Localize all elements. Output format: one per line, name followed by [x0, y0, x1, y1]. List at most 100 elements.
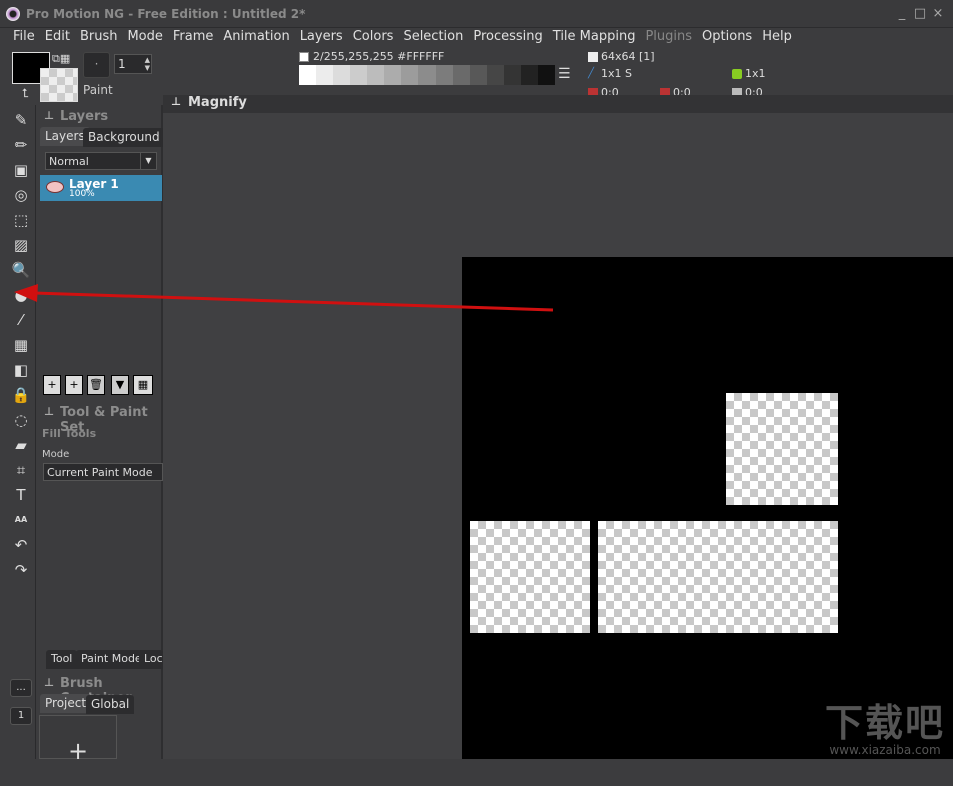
tab-project[interactable]: Project — [40, 694, 92, 713]
chevron-down-icon[interactable]: ▼ — [140, 153, 156, 169]
menu-brush[interactable]: Brush — [75, 28, 123, 48]
menu-animation[interactable]: Animation — [218, 28, 294, 48]
palette-swatch[interactable] — [435, 65, 453, 85]
menu-mode[interactable]: Mode — [122, 28, 167, 48]
rectangle-tool-icon[interactable]: ▣ — [10, 159, 32, 181]
brush-button[interactable]: · — [83, 52, 110, 78]
palette-swatch[interactable] — [299, 65, 317, 85]
window-title: Pro Motion NG - Free Edition : Untitled … — [26, 7, 306, 21]
palette-swatch[interactable] — [367, 65, 385, 85]
spray-tool-icon[interactable]: ✎ — [10, 109, 32, 131]
palette-swatch[interactable] — [418, 65, 436, 85]
menu-options[interactable]: Options — [697, 28, 757, 48]
brush-container-header[interactable]: ⊥Brush Container — [40, 676, 163, 706]
maximize-button[interactable]: □ — [911, 5, 929, 23]
magnify-panel: ⊥ Magnify 下载吧 www.xiazaiba.com — [163, 95, 953, 759]
brush-select-tool-icon[interactable]: ⬚ — [10, 209, 32, 231]
magnify-tool-icon[interactable]: 🔍 — [10, 259, 32, 281]
palette-swatch[interactable] — [486, 65, 504, 85]
palette[interactable] — [299, 65, 555, 85]
lasso-tool-icon[interactable]: ◌ — [10, 409, 32, 431]
background-color[interactable] — [40, 68, 78, 102]
tool-paint-set-header[interactable]: ⊥ Tool & Paint Set — [40, 405, 163, 435]
pencil-tool-icon[interactable]: ✏ — [10, 134, 32, 156]
color-swatch — [299, 51, 309, 62]
palette-swatch[interactable] — [520, 65, 538, 85]
new-layer-icon[interactable]: + — [43, 375, 61, 395]
circle-tool-icon[interactable]: ◎ — [10, 184, 32, 206]
layers-panel-header[interactable]: ⊥ Layers — [40, 109, 163, 127]
brush-size-stepper[interactable]: 1 ▲ ▼ — [114, 54, 152, 74]
menu-colors[interactable]: Colors — [348, 28, 399, 48]
menu-layers[interactable]: Layers — [295, 28, 348, 48]
menu-file[interactable]: File — [8, 28, 40, 48]
palette-swatch[interactable] — [333, 65, 351, 85]
eraser-tool-icon[interactable]: ▰ — [10, 434, 32, 456]
palette-menu-icon[interactable]: ☰ — [558, 66, 571, 82]
lock-tool-icon[interactable]: 🔒 — [10, 384, 32, 406]
crop-tool-icon[interactable]: ⌗ — [10, 459, 32, 481]
menu-plugins[interactable]: Plugins — [640, 28, 697, 48]
mode-label: Mode — [42, 449, 70, 460]
grid-tool-icon[interactable]: ▦ — [10, 334, 32, 356]
frame-number-button[interactable]: 1 — [10, 707, 32, 725]
tab-background[interactable]: Background — [83, 128, 165, 147]
menu-help[interactable]: Help — [757, 28, 797, 48]
tab-paint-mode[interactable]: Paint Mode — [76, 650, 147, 669]
pin-icon[interactable]: ⊥ — [44, 405, 54, 418]
minimize-button[interactable]: _ — [893, 5, 911, 23]
palette-swatch[interactable] — [316, 65, 334, 85]
tab-global[interactable]: Global — [86, 695, 135, 714]
merge-layer-icon[interactable]: ▼ — [111, 375, 129, 395]
tile-info[interactable]: 1x1 — [732, 67, 766, 80]
pin-icon[interactable]: ⊥ — [44, 676, 54, 689]
undo-tool-icon[interactable]: ↶ — [10, 534, 32, 556]
tile-info-text: 1x1 — [745, 67, 766, 80]
face-stencil-tool-icon[interactable]: ◧ — [10, 359, 32, 381]
pin-icon[interactable]: ⊥ — [44, 109, 54, 122]
magnify-header[interactable]: ⊥ Magnify — [163, 95, 953, 113]
layer-item[interactable]: Layer 1 100% — [40, 175, 162, 201]
more-button[interactable]: ... — [10, 679, 32, 697]
menu-frame[interactable]: Frame — [168, 28, 219, 48]
swap-colors-icon[interactable]: ⧉▦ — [52, 52, 70, 66]
palette-swatch[interactable] — [503, 65, 521, 85]
palette-swatch[interactable] — [350, 65, 368, 85]
palette-swatch[interactable] — [401, 65, 419, 85]
anti-alias-tool-icon[interactable]: AA — [10, 509, 32, 531]
text-tool-icon[interactable]: T — [10, 484, 32, 506]
palette-swatch[interactable] — [469, 65, 487, 85]
eraser-blob-tool-icon[interactable]: ● — [10, 284, 32, 306]
paint-mode-label: Paint — [83, 83, 113, 97]
blend-mode-select[interactable]: Normal ▼ — [45, 152, 157, 170]
menu-edit[interactable]: Edit — [40, 28, 75, 48]
palette-swatch[interactable] — [384, 65, 402, 85]
palette-swatch[interactable] — [537, 65, 555, 85]
watermark-logo: 下载吧 — [824, 701, 945, 745]
add-brush-button[interactable]: + — [39, 715, 117, 765]
pin-icon[interactable]: ⊥ — [171, 95, 181, 108]
brush-info[interactable]: ╱ 1x1 S — [588, 67, 632, 80]
tab-tool[interactable]: Tool — [46, 650, 78, 669]
trash-icon[interactable]: 🗑 — [87, 375, 105, 395]
grid-info[interactable]: 64x64 [1] — [588, 50, 655, 63]
tile-icon — [732, 68, 742, 79]
duplicate-layer-icon[interactable]: + — [65, 375, 83, 395]
redo-tool-icon[interactable]: ↷ — [10, 559, 32, 581]
menu-processing[interactable]: Processing — [468, 28, 547, 48]
canvas-view[interactable]: 下载吧 www.xiazaiba.com — [462, 257, 953, 759]
eyedropper-tool-icon[interactable]: ⁄ — [10, 309, 32, 331]
close-button[interactable]: × — [929, 5, 947, 23]
palette-swatch[interactable] — [452, 65, 470, 85]
tab-lock[interactable]: Lock — [139, 650, 163, 669]
eye-icon[interactable] — [46, 181, 64, 193]
transparent-region — [470, 521, 590, 633]
menu-tile-mapping[interactable]: Tile Mapping — [548, 28, 641, 48]
menu-selection[interactable]: Selection — [398, 28, 468, 48]
color-info: 2/255,255,255 #FFFFFF — [299, 50, 444, 63]
reset-colors-icon[interactable]: ⮤ — [22, 86, 29, 101]
stepper-arrows-icon[interactable]: ▲ ▼ — [145, 56, 150, 72]
fill-tool-icon[interactable]: ▨ — [10, 234, 32, 256]
paint-mode-select[interactable]: Current Paint Mode — [43, 463, 163, 481]
layer-settings-icon[interactable]: ▦ — [133, 375, 153, 395]
